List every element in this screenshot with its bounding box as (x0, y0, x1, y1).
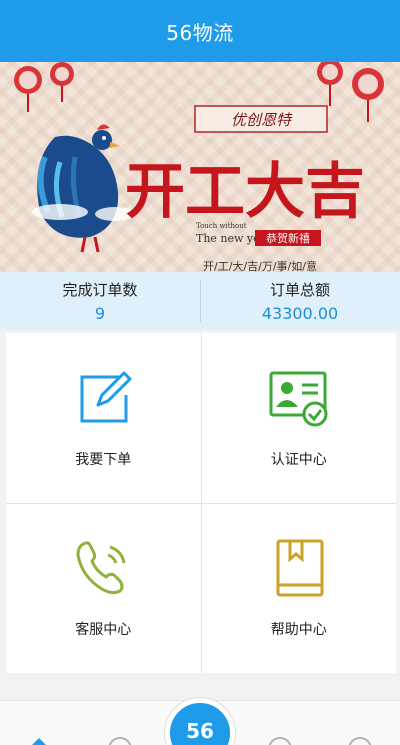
tab-home-icon[interactable] (30, 738, 48, 745)
page-title: 56物流 (166, 20, 234, 45)
completed-orders-stat: 完成订单数 9 (0, 272, 200, 330)
menu-item-customer-service[interactable]: 客服中心 (6, 503, 201, 673)
rooster-icon (32, 124, 135, 253)
banner-sub-small: Touch without (196, 222, 247, 230)
banner-artwork: 优创恩特 开工大吉 Touch without The new year 恭贺新… (14, 62, 384, 272)
banner-bottom-text: 开/工/大/吉/万/事/如/意 (203, 259, 317, 272)
book-icon (276, 539, 324, 597)
completed-orders-label: 完成订单数 (62, 281, 138, 299)
menu-grid: 我要下单 认证中心 客服中心 帮助中心 (6, 333, 396, 673)
id-card-verified-icon (269, 371, 328, 427)
tab-profile-icon[interactable] (348, 737, 372, 745)
order-stats: 完成订单数 9 订单总额 43300.00 (0, 272, 400, 330)
menu-item-place-order[interactable]: 我要下单 (6, 333, 201, 503)
menu-label-customer-service: 客服中心 (75, 622, 132, 639)
menu-item-auth-center[interactable]: 认证中心 (201, 333, 396, 503)
menu-label-auth-center: 认证中心 (270, 451, 327, 468)
edit-icon (80, 371, 132, 423)
phone-icon (76, 541, 126, 595)
menu-label-place-order: 我要下单 (75, 451, 132, 468)
menu-item-help-center[interactable]: 帮助中心 (201, 503, 396, 673)
completed-orders-value: 9 (94, 304, 106, 323)
center-action-label: 56 (186, 719, 214, 743)
banner-tagline: 优创恩特 (231, 111, 293, 129)
banner-sub-cn: 恭贺新禧 (266, 231, 310, 245)
menu-label-help-center: 帮助中心 (270, 622, 327, 639)
tab-orders-icon[interactable] (108, 737, 132, 745)
order-total-value: 43300.00 (261, 304, 339, 323)
promo-banner[interactable]: 优创恩特 开工大吉 Touch without The new year 恭贺新… (0, 62, 400, 272)
order-total-stat: 订单总额 43300.00 (200, 272, 400, 330)
banner-main-text: 开工大吉 (125, 157, 365, 227)
tab-messages-icon[interactable] (268, 737, 292, 745)
order-total-label: 订单总额 (269, 281, 330, 299)
top-bar: 56物流 (0, 0, 400, 62)
